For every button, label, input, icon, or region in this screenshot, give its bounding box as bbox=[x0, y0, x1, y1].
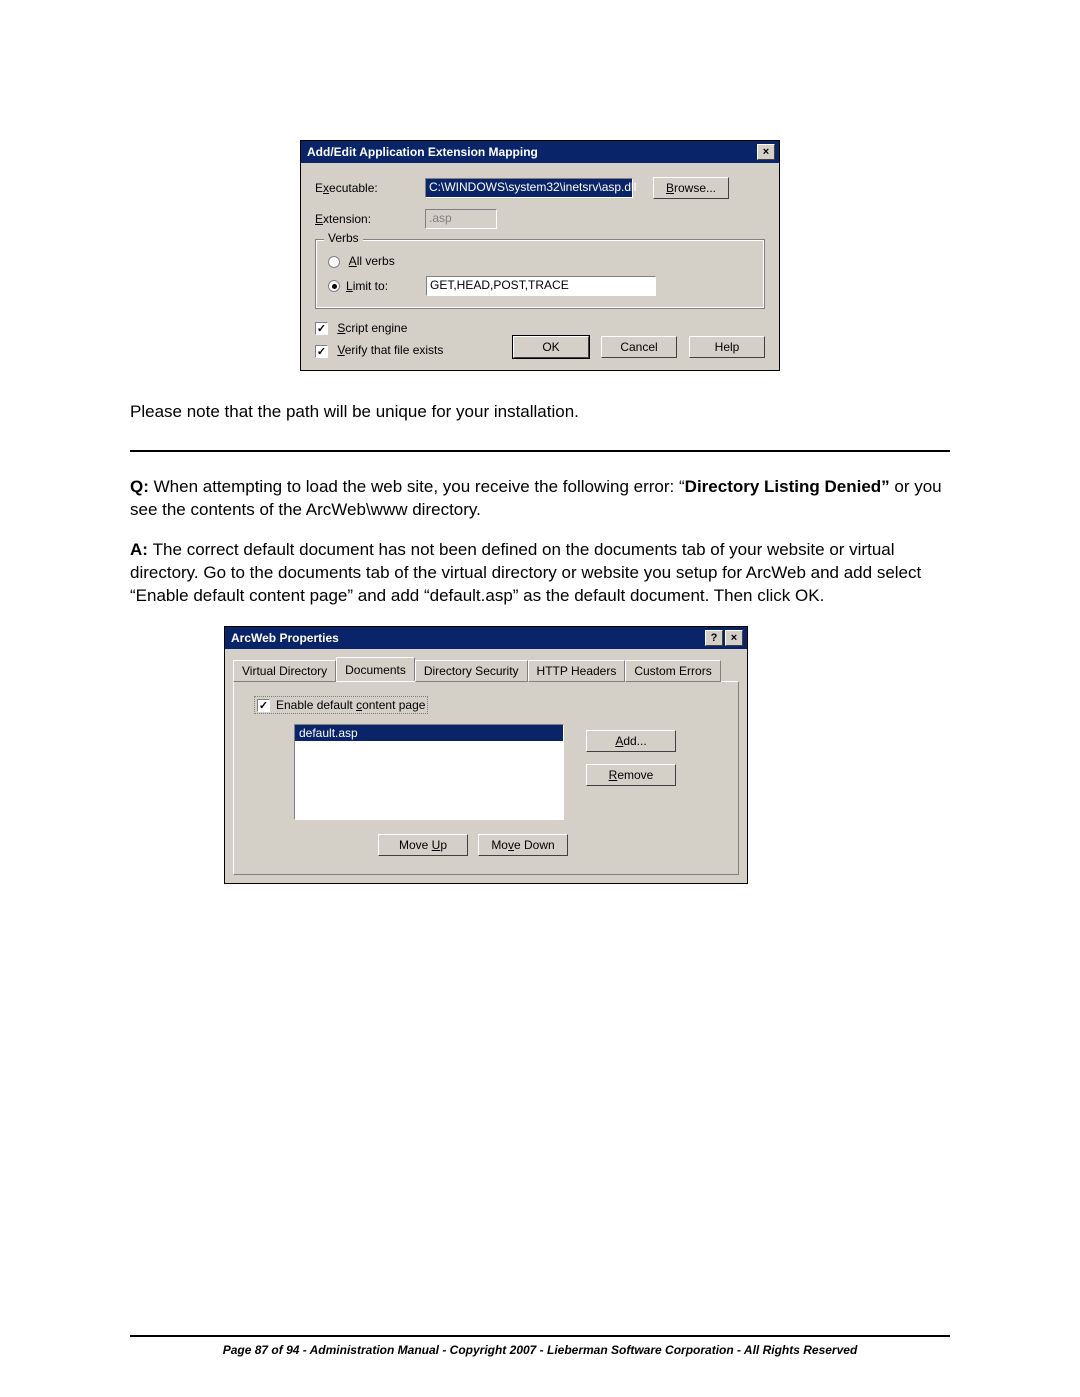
move-up-button[interactable]: Move Up bbox=[378, 834, 468, 856]
tab-strip: Virtual Directory Documents Directory Se… bbox=[225, 649, 747, 681]
close-icon[interactable]: × bbox=[757, 144, 775, 160]
help-icon[interactable]: ? bbox=[705, 630, 723, 646]
extension-mapping-dialog: Add/Edit Application Extension Mapping ×… bbox=[300, 140, 780, 371]
footer-rule bbox=[130, 1335, 950, 1337]
verbs-group-caption: Verbs bbox=[324, 231, 363, 245]
footer-text: Page 87 of 94 - Administration Manual - … bbox=[223, 1343, 858, 1357]
executable-input[interactable]: C:\WINDOWS\system32\inetsrv\asp.dll bbox=[425, 178, 633, 198]
tab-http-headers[interactable]: HTTP Headers bbox=[528, 660, 626, 682]
all-verbs-label: All verbs bbox=[349, 254, 395, 268]
note-text: Please note that the path will be unique… bbox=[130, 401, 950, 424]
tab-virtual-directory[interactable]: Virtual Directory bbox=[233, 660, 336, 682]
dialog-titlebar: ArcWeb Properties ? × bbox=[225, 627, 747, 649]
documents-tab-panel: ✓ Enable default content page default.as… bbox=[233, 681, 739, 875]
enable-default-content-label: Enable default content page bbox=[276, 698, 425, 712]
answer-paragraph: A: The correct default document has not … bbox=[130, 539, 950, 608]
browse-button[interactable]: Browse... bbox=[653, 177, 729, 199]
document-body: Please note that the path will be unique… bbox=[130, 401, 950, 609]
verbs-group: Verbs All verbs Limit to: GET,HEAD,POST,… bbox=[315, 239, 765, 309]
extension-label: Extension: bbox=[315, 212, 425, 226]
help-button[interactable]: Help bbox=[689, 336, 765, 358]
move-down-button[interactable]: Move Down bbox=[478, 834, 568, 856]
verify-file-checkbox[interactable]: ✓ bbox=[315, 345, 328, 358]
ok-button[interactable]: OK bbox=[513, 336, 589, 358]
limit-to-input[interactable]: GET,HEAD,POST,TRACE bbox=[426, 276, 656, 296]
executable-label: Executable: bbox=[315, 181, 425, 195]
verify-file-label: Verify that file exists bbox=[337, 343, 443, 357]
dialog-titlebar: Add/Edit Application Extension Mapping × bbox=[301, 141, 779, 163]
close-icon[interactable]: × bbox=[725, 630, 743, 646]
tab-custom-errors[interactable]: Custom Errors bbox=[625, 660, 720, 682]
extension-input: .asp bbox=[425, 209, 497, 229]
limit-to-label: Limit to: bbox=[346, 279, 388, 293]
script-engine-label: Script engine bbox=[337, 321, 407, 335]
tab-documents[interactable]: Documents bbox=[336, 657, 415, 681]
page-footer: Page 87 of 94 - Administration Manual - … bbox=[130, 1329, 950, 1357]
section-divider bbox=[130, 450, 950, 452]
add-button[interactable]: Add... bbox=[586, 730, 676, 752]
dialog-title: Add/Edit Application Extension Mapping bbox=[307, 145, 755, 159]
cancel-button[interactable]: Cancel bbox=[601, 336, 677, 358]
default-documents-listbox[interactable]: default.asp bbox=[294, 724, 564, 820]
question-paragraph: Q: When attempting to load the web site,… bbox=[130, 476, 950, 522]
remove-button[interactable]: Remove bbox=[586, 764, 676, 786]
enable-default-content-checkbox[interactable]: ✓ bbox=[257, 699, 270, 712]
limit-to-radio[interactable] bbox=[328, 280, 340, 292]
script-engine-checkbox[interactable]: ✓ bbox=[315, 322, 328, 335]
tab-directory-security[interactable]: Directory Security bbox=[415, 660, 528, 682]
list-item[interactable]: default.asp bbox=[295, 725, 563, 741]
dialog-title: ArcWeb Properties bbox=[231, 631, 703, 645]
all-verbs-radio[interactable] bbox=[328, 256, 340, 268]
arcweb-properties-dialog: ArcWeb Properties ? × Virtual Directory … bbox=[224, 626, 748, 884]
